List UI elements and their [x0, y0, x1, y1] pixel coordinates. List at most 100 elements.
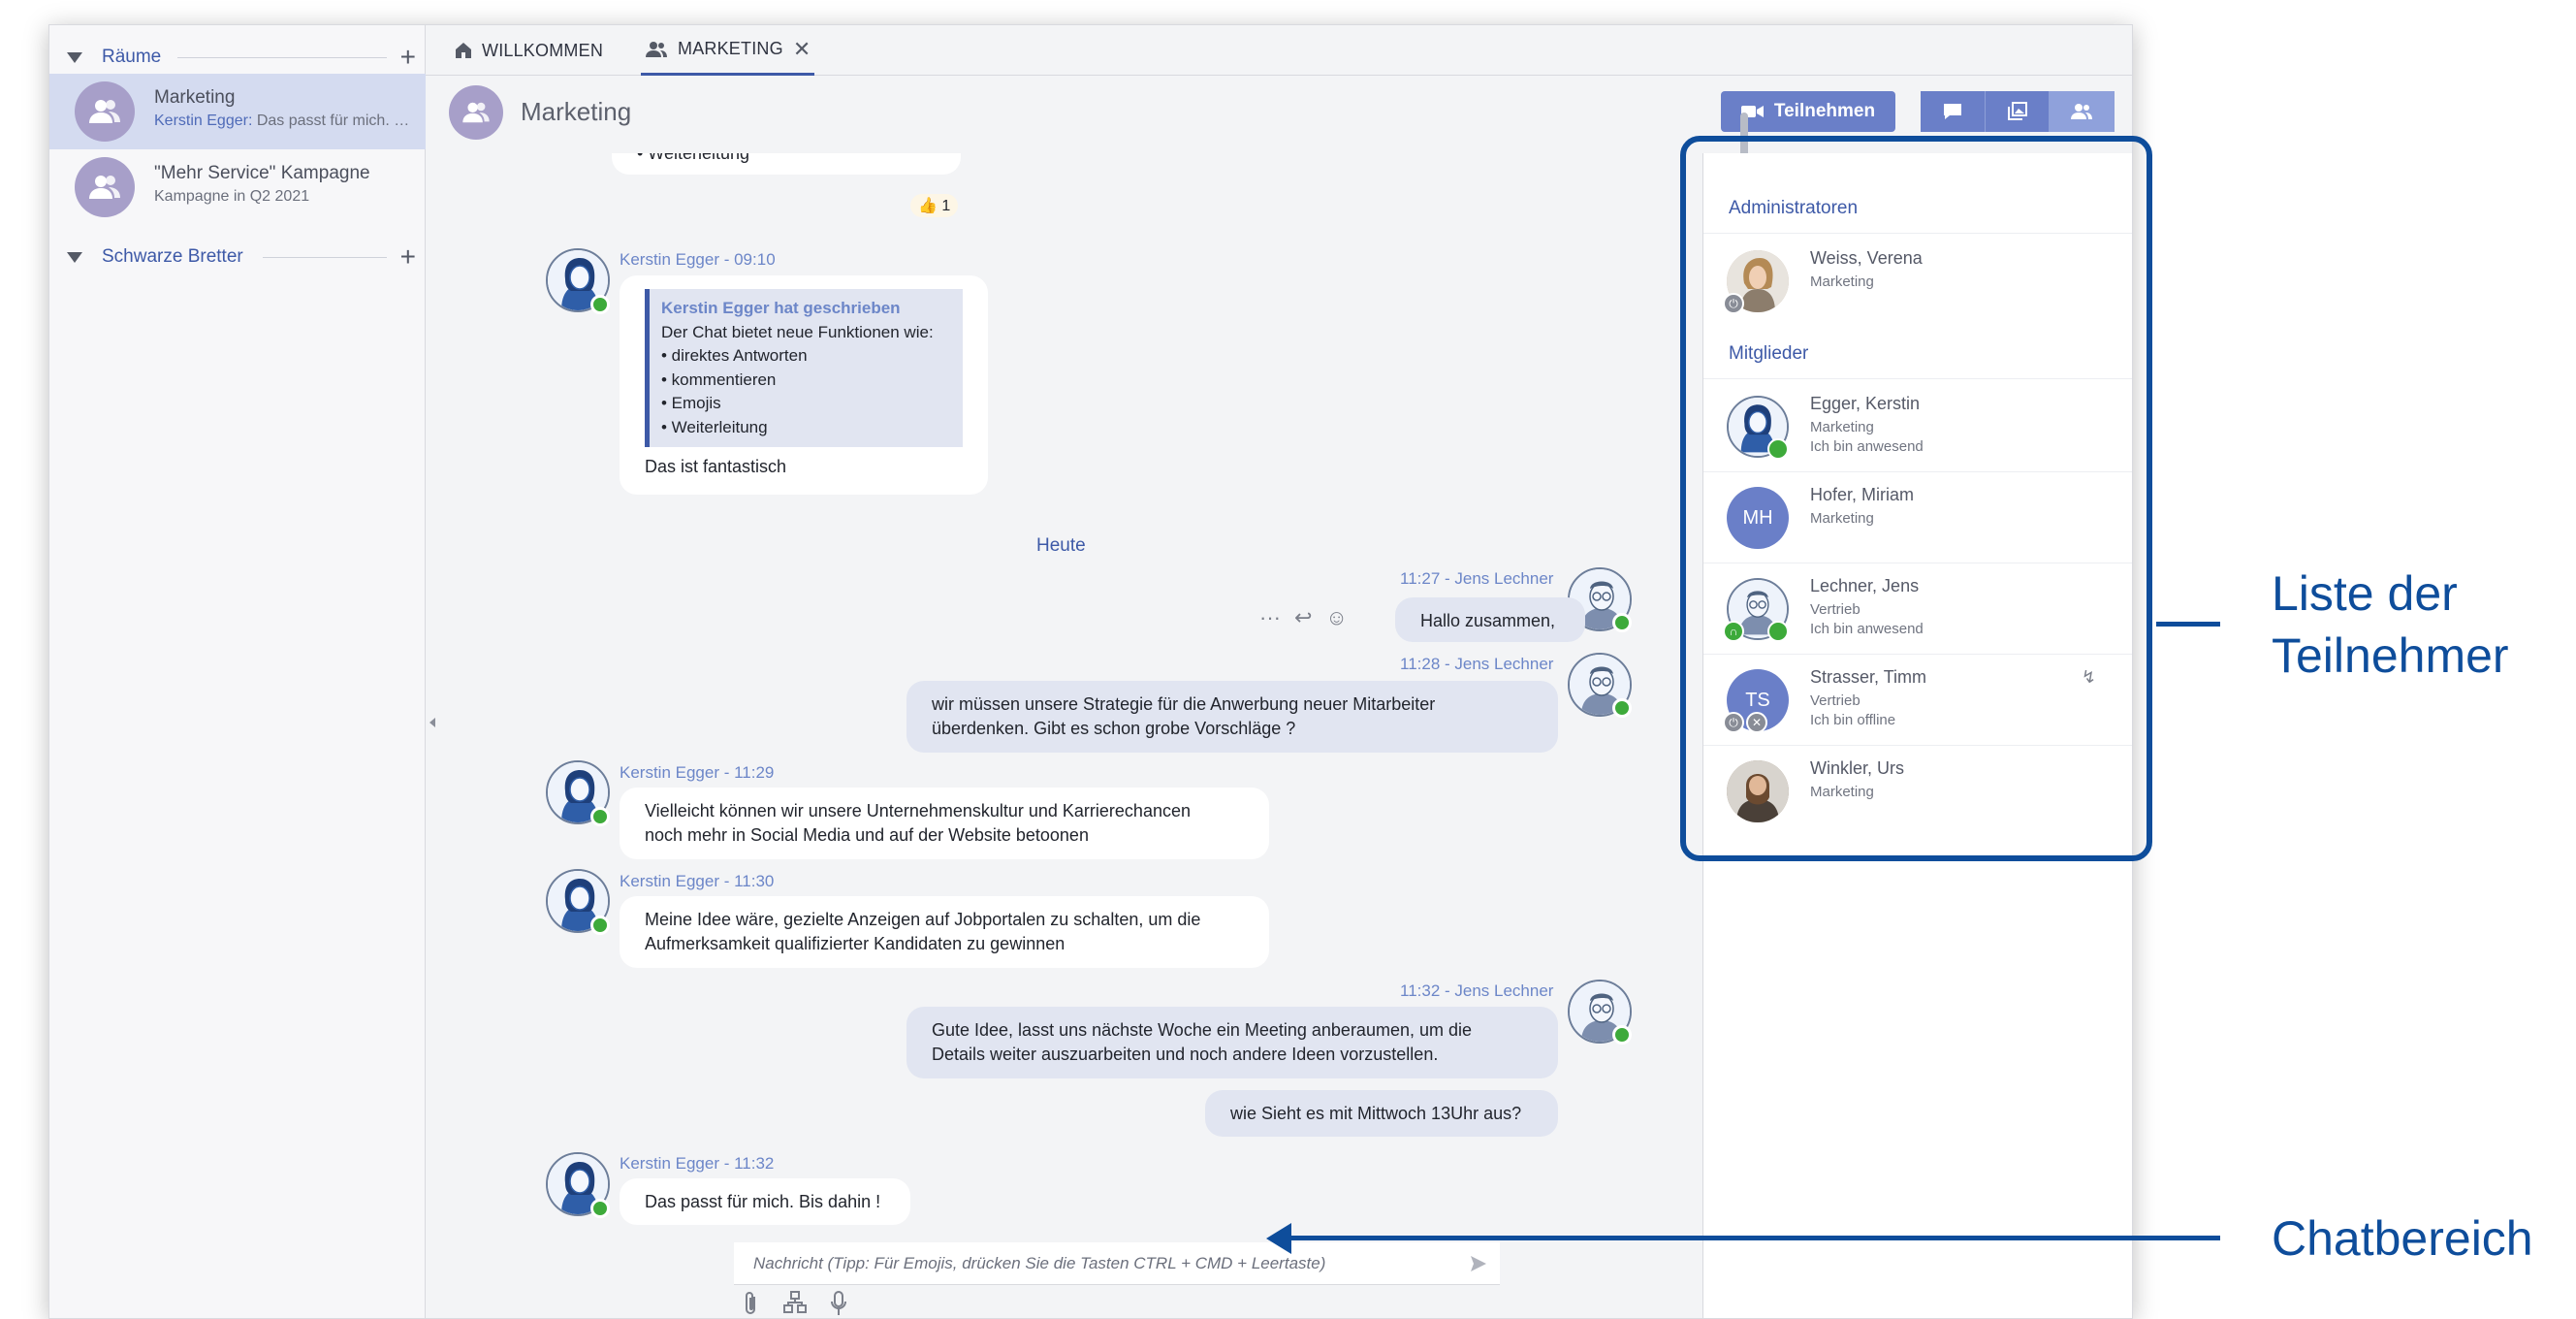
room-name: "Mehr Service" Kampagne	[154, 163, 370, 183]
collapse-triangle-icon[interactable]	[67, 51, 82, 63]
message-meta: Kerstin Egger - 11:30	[620, 872, 775, 890]
quote-line: • kommentieren	[661, 370, 777, 389]
section-divider	[177, 56, 387, 58]
group-avatar-icon	[75, 81, 135, 142]
section-divider	[263, 256, 387, 258]
message-bubble[interactable]: Vielleicht können wir unsere Unternehmen…	[620, 788, 1269, 859]
reaction-count: 1	[941, 198, 951, 214]
message-bubble[interactable]: Kerstin Egger hat geschrieben Der Chat b…	[620, 275, 988, 495]
tab-marketing[interactable]: MARKETING ✕	[641, 25, 815, 76]
boards-section-header[interactable]: Schwarze Bretter +	[49, 241, 426, 273]
chat-callout-label: Chatbereich	[2272, 1211, 2533, 1266]
tab-bar: WILLKOMMEN MARKETING ✕	[426, 25, 2132, 76]
room-item-mehr-service[interactable]: "Mehr Service" Kampagne Kampagne in Q2 2…	[49, 149, 426, 225]
org-chart-icon[interactable]	[782, 1290, 808, 1315]
message-bubble-own[interactable]: wir müssen unsere Strategie für die Anwe…	[906, 681, 1558, 753]
message-text-line: Vielleicht können wir unsere Unternehmen…	[645, 801, 1191, 820]
gallery-icon	[2007, 102, 2027, 120]
join-label: Teilnehmen	[1773, 101, 1876, 121]
message-meta: 11:27 - Jens Lechner	[1400, 569, 1554, 588]
message-bubble-own[interactable]: wie Sieht es mit Mittwoch 13Uhr aus?	[1205, 1090, 1558, 1137]
send-icon[interactable]	[1469, 1254, 1488, 1273]
online-status-dot	[590, 1199, 610, 1218]
view-toggle	[1921, 91, 2115, 132]
room-preview: Kerstin Egger: Das passt für mich. B...	[154, 113, 416, 130]
reaction-badge[interactable]: 👍 1	[910, 194, 959, 217]
participants-callout-line	[2156, 622, 2220, 627]
reaction-emoji: 👍	[918, 198, 938, 214]
online-status-dot	[590, 916, 610, 935]
message-input[interactable]: Nachricht (Tipp: Für Emojis, drücken Sie…	[734, 1242, 1500, 1285]
message-text-line: Gute Idee, lasst uns nächste Woche ein M…	[932, 1020, 1472, 1040]
room-item-marketing[interactable]: Marketing Kerstin Egger: Das passt für m…	[49, 74, 426, 149]
screenshot-canvas: Räume + Marketing Kerstin Egger: Das pas…	[0, 0, 2576, 1319]
callout-line-1: Liste der	[2272, 566, 2458, 621]
boards-section-label: Schwarze Bretter	[102, 246, 243, 267]
room-preview: Kampagne in Q2 2021	[154, 188, 310, 205]
media-view-button[interactable]	[1985, 91, 2051, 132]
group-avatar-icon	[75, 157, 135, 217]
emoji-reaction-icon[interactable]: ☺	[1325, 605, 1347, 630]
quote-header: Kerstin Egger hat geschrieben	[661, 299, 901, 317]
add-room-icon[interactable]: +	[400, 44, 416, 71]
more-options-icon[interactable]: ···	[1259, 605, 1281, 630]
message-bubble[interactable]: Das passt für mich. Bis dahin !	[620, 1178, 910, 1225]
rooms-section-header[interactable]: Räume +	[49, 41, 426, 74]
group-icon	[646, 41, 667, 57]
reply-icon[interactable]: ↩	[1294, 605, 1312, 630]
input-toolbar	[740, 1290, 848, 1317]
message-text-line: überdenken. Gibt es schon grobe Vorschlä…	[932, 719, 1296, 738]
message-text-line: Aufmerksamkeit qualifizierter Kandidaten…	[645, 934, 1065, 953]
room-title: Marketing	[521, 97, 632, 126]
day-separator: Heute	[1036, 535, 1086, 556]
message-actions: ··· ↩ ☺	[1259, 605, 1348, 630]
message-text-line: noch mehr in Social Media und auf der We…	[645, 825, 1089, 845]
microphone-icon[interactable]	[829, 1290, 848, 1317]
tab-label: MARKETING	[678, 39, 783, 58]
message-bubble-own[interactable]: Hallo zusammen,	[1395, 597, 1585, 642]
chat-callout-line	[1289, 1236, 2220, 1240]
close-tab-icon[interactable]: ✕	[793, 37, 811, 62]
quote-line: Der Chat bietet neue Funktionen wie:	[661, 322, 934, 341]
room-name: Marketing	[154, 87, 236, 108]
participants-callout-label: Liste der Teilnehmer	[2272, 563, 2509, 687]
tab-label: WILLKOMMEN	[482, 40, 604, 60]
quoted-message[interactable]: Kerstin Egger hat geschrieben Der Chat b…	[645, 289, 963, 447]
quote-line: • Weiterleitung	[661, 417, 768, 436]
room-header: Marketing	[426, 76, 1696, 153]
message-text: Das passt für mich. Bis dahin !	[645, 1192, 881, 1211]
tab-willkommen[interactable]: WILLKOMMEN	[455, 25, 603, 76]
home-icon	[456, 43, 471, 58]
online-status-dot	[590, 807, 610, 826]
quote-line: • Emojis	[661, 394, 721, 412]
message-meta: Kerstin Egger - 09:10	[620, 250, 776, 269]
chat-area: • Weiterleitung 👍 1 Kerstin Egger - 09:1…	[426, 153, 1705, 1318]
message-text: • Weiterleitung	[637, 153, 750, 163]
message-meta: 11:28 - Jens Lechner	[1400, 655, 1554, 673]
sidebar: Räume + Marketing Kerstin Egger: Das pas…	[49, 25, 426, 1318]
message-input-placeholder: Nachricht (Tipp: Für Emojis, drücken Sie…	[753, 1254, 1326, 1272]
online-status-dot	[1612, 698, 1632, 718]
attachment-icon[interactable]	[740, 1290, 761, 1317]
add-board-icon[interactable]: +	[400, 243, 416, 271]
collapse-triangle-icon[interactable]	[67, 251, 82, 263]
room-preview-sender: Kerstin Egger:	[154, 113, 253, 129]
message-bubble-own[interactable]: Gute Idee, lasst uns nächste Woche ein M…	[906, 1007, 1558, 1078]
message-text-line: Meine Idee wäre, gezielte Anzeigen auf J…	[645, 910, 1201, 929]
online-status-dot	[1612, 613, 1632, 632]
message-bubble-partial[interactable]: • Weiterleitung	[612, 153, 961, 175]
room-avatar-icon	[449, 85, 503, 140]
message-meta: Kerstin Egger - 11:32	[620, 1154, 775, 1173]
message-meta: 11:32 - Jens Lechner	[1400, 981, 1554, 1000]
chat-view-button[interactable]	[1921, 91, 1986, 132]
participants-highlight-frame	[1680, 136, 2152, 861]
participants-view-button[interactable]	[2050, 91, 2115, 132]
group-icon	[2071, 104, 2093, 119]
message-bubble[interactable]: Meine Idee wäre, gezielte Anzeigen auf J…	[620, 896, 1269, 968]
message-text-line: wir müssen unsere Strategie für die Anwe…	[932, 694, 1436, 714]
message-text: Das ist fantastisch	[645, 457, 787, 476]
message-meta: Kerstin Egger - 11:29	[620, 763, 775, 782]
message-text-line: Details weiter auszuarbeiten und noch an…	[932, 1045, 1439, 1064]
room-preview-text: Das passt für mich. B...	[256, 113, 416, 129]
rooms-section-label: Räume	[102, 47, 162, 67]
